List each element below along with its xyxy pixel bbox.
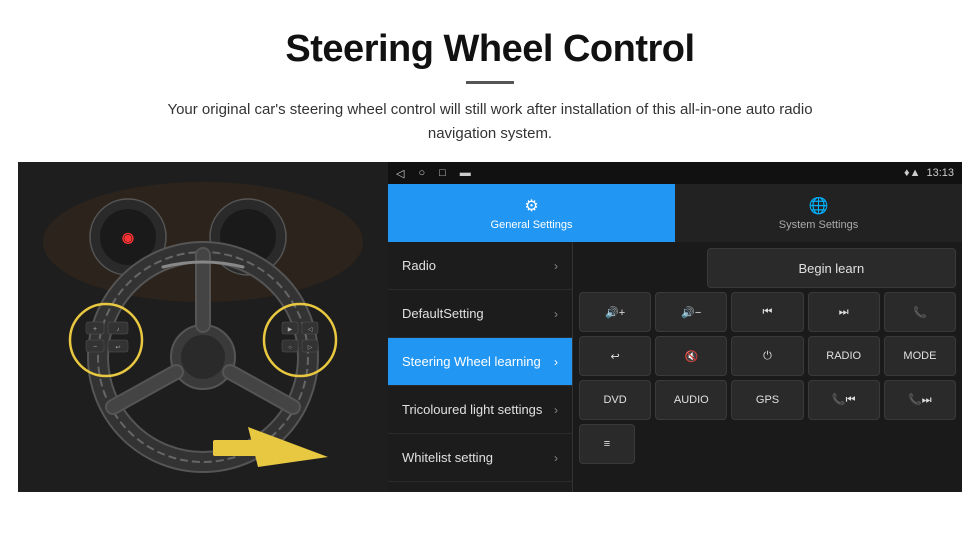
vol-down-button[interactable]: 🔊− (655, 292, 727, 332)
control-row-5: ≡ (579, 424, 956, 464)
mute-icon: 🔇 (684, 350, 698, 363)
steering-wheel-image: ◉ + (18, 162, 388, 492)
control-row-1: Begin learn (579, 248, 956, 288)
control-row-3: ↩ 🔇 ⏻ RADIO MODE (579, 336, 956, 376)
signal-icon: ♦▲ (904, 167, 921, 179)
chevron-default: › (554, 307, 558, 321)
next-icon: ⏭ (839, 306, 849, 319)
prev-track-button[interactable]: ⏮ (731, 292, 803, 332)
svg-text:○: ○ (288, 345, 292, 351)
svg-text:▷: ▷ (308, 345, 313, 351)
audio-label: AUDIO (674, 394, 709, 406)
mode-button[interactable]: MODE (884, 336, 956, 376)
nav-buttons: ◁ ○ □ ▬ (396, 167, 471, 180)
head-unit-panel: ◁ ○ □ ▬ ♦▲ 13:13 ⚙ General Settings 🌐 (388, 162, 962, 492)
tab-system-settings[interactable]: 🌐 System Settings (675, 184, 962, 242)
next-track-button[interactable]: ⏭ (808, 292, 880, 332)
title-divider (466, 81, 514, 84)
gps-label: GPS (756, 394, 779, 406)
power-icon: ⏻ (763, 350, 772, 363)
menu-tricoloured-label: Tricoloured light settings (402, 402, 542, 417)
dvd-button[interactable]: DVD (579, 380, 651, 420)
menu-item-radio[interactable]: Radio › (388, 242, 572, 290)
begin-learn-button[interactable]: Begin learn (707, 248, 956, 288)
page-subtitle: Your original car's steering wheel contr… (140, 98, 840, 146)
control-panel: Begin learn 🔊+ 🔊− ⏮ (573, 242, 962, 492)
recents-icon[interactable]: □ (439, 167, 446, 179)
menu-item-whitelist[interactable]: Whitelist setting › (388, 434, 572, 482)
settings-tabs: ⚙ General Settings 🌐 System Settings (388, 184, 962, 242)
svg-text:↩: ↩ (115, 345, 120, 351)
empty-space (579, 248, 703, 288)
tab-general-settings[interactable]: ⚙ General Settings (388, 184, 675, 242)
settings-menu: Radio › DefaultSetting › Steering Wheel … (388, 242, 573, 492)
mode-label: MODE (903, 350, 936, 362)
svg-text:◁: ◁ (308, 327, 313, 333)
chevron-radio: › (554, 259, 558, 273)
phone-prev-icon: 📞⏮ (832, 393, 856, 407)
menu-default-label: DefaultSetting (402, 306, 484, 321)
phone-next-icon: 📞⏭ (908, 393, 932, 407)
chevron-steering: › (554, 355, 558, 369)
vol-down-icon: 🔊− (681, 306, 701, 319)
svg-text:▶: ▶ (288, 327, 293, 333)
time-display: 13:13 (926, 167, 954, 179)
page-title: Steering Wheel Control (40, 28, 940, 71)
audio-button[interactable]: AUDIO (655, 380, 727, 420)
status-right: ♦▲ 13:13 (904, 167, 954, 179)
menu-item-steering[interactable]: Steering Wheel learning › (388, 338, 572, 386)
control-row-2: 🔊+ 🔊− ⏮ ⏭ 📞 (579, 292, 956, 332)
menu-steering-label: Steering Wheel learning (402, 354, 541, 369)
svg-text:◉: ◉ (122, 229, 134, 245)
globe-icon: 🌐 (809, 196, 829, 216)
tab-system-label: System Settings (779, 219, 858, 231)
steering-wheel-svg: ◉ + (18, 162, 388, 492)
chevron-whitelist: › (554, 451, 558, 465)
phone-prev-button[interactable]: 📞⏮ (808, 380, 880, 420)
page-wrapper: Steering Wheel Control Your original car… (0, 0, 980, 492)
power-button[interactable]: ⏻ (731, 336, 803, 376)
control-row-4: DVD AUDIO GPS 📞⏮ 📞⏭ (579, 380, 956, 420)
list-button[interactable]: ≡ (579, 424, 635, 464)
hangup-icon: ↩ (610, 350, 619, 363)
vol-up-button[interactable]: 🔊+ (579, 292, 651, 332)
svg-text:+: + (93, 326, 97, 333)
list-icon: ≡ (604, 438, 610, 450)
radio-button[interactable]: RADIO (808, 336, 880, 376)
phone-button[interactable]: 📞 (884, 292, 956, 332)
svg-text:−: − (93, 344, 97, 351)
phone-icon: 📞 (913, 306, 927, 319)
menu-icon[interactable]: ▬ (460, 167, 471, 179)
vol-up-icon: 🔊+ (605, 306, 625, 319)
status-bar: ◁ ○ □ ▬ ♦▲ 13:13 (388, 162, 962, 184)
menu-item-defaultsetting[interactable]: DefaultSetting › (388, 290, 572, 338)
phone-next-button[interactable]: 📞⏭ (884, 380, 956, 420)
mute-button[interactable]: 🔇 (655, 336, 727, 376)
hangup-button[interactable]: ↩ (579, 336, 651, 376)
prev-icon: ⏮ (763, 306, 773, 319)
main-content: ◉ + (0, 162, 980, 492)
menu-radio-label: Radio (402, 258, 436, 273)
menu-item-tricoloured[interactable]: Tricoloured light settings › (388, 386, 572, 434)
back-icon[interactable]: ◁ (396, 167, 404, 180)
tab-general-label: General Settings (491, 219, 573, 231)
radio-label: RADIO (826, 350, 861, 362)
page-header: Steering Wheel Control Your original car… (0, 0, 980, 162)
gps-button[interactable]: GPS (731, 380, 803, 420)
home-icon[interactable]: ○ (418, 167, 425, 179)
settings-body: Radio › DefaultSetting › Steering Wheel … (388, 242, 962, 492)
menu-whitelist-label: Whitelist setting (402, 450, 493, 465)
dvd-label: DVD (603, 394, 626, 406)
chevron-tricoloured: › (554, 403, 558, 417)
gear-icon: ⚙ (524, 196, 538, 216)
svg-text:♪: ♪ (117, 327, 120, 333)
